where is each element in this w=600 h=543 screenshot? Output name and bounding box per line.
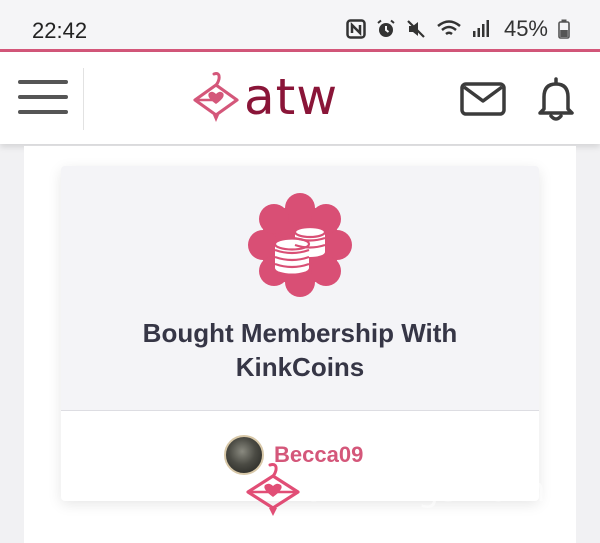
alarm-icon	[377, 19, 395, 37]
site-logo[interactable]: atw	[192, 70, 338, 124]
hamburger-menu-button[interactable]	[18, 80, 68, 116]
battery-icon	[558, 19, 570, 39]
mail-icon	[460, 82, 506, 116]
bell-icon	[538, 77, 574, 121]
watermark-logo	[244, 462, 302, 523]
status-icons: 45%	[346, 16, 570, 42]
status-bar: 22:42 45%	[0, 0, 600, 52]
messages-button[interactable]	[460, 82, 506, 121]
hanger-heart-watermark-icon	[246, 463, 300, 516]
header-divider	[83, 68, 84, 130]
coins-badge	[247, 192, 353, 303]
mute-icon	[407, 20, 425, 38]
battery-text: 45%	[503, 16, 548, 41]
hamburger-icon-bar-1	[18, 80, 68, 84]
nfc-icon	[346, 19, 366, 39]
hanger-heart-icon	[193, 72, 239, 122]
logo-text: atw	[244, 68, 339, 126]
app-header: atw	[0, 52, 600, 144]
badge-card: Bought Membership With KinkCoins Becca09	[61, 166, 539, 501]
status-time: 22:42	[32, 18, 88, 43]
watermark-text: allthingsworn	[305, 470, 547, 510]
hamburger-icon-bar-2	[18, 95, 68, 99]
signal-icon	[472, 20, 489, 37]
badge-title: Bought Membership With KinkCoins	[142, 318, 458, 382]
notifications-button[interactable]	[536, 76, 576, 127]
coins-icon	[248, 193, 352, 297]
hamburger-icon-bar-3	[18, 110, 68, 114]
wifi-icon	[437, 20, 461, 36]
